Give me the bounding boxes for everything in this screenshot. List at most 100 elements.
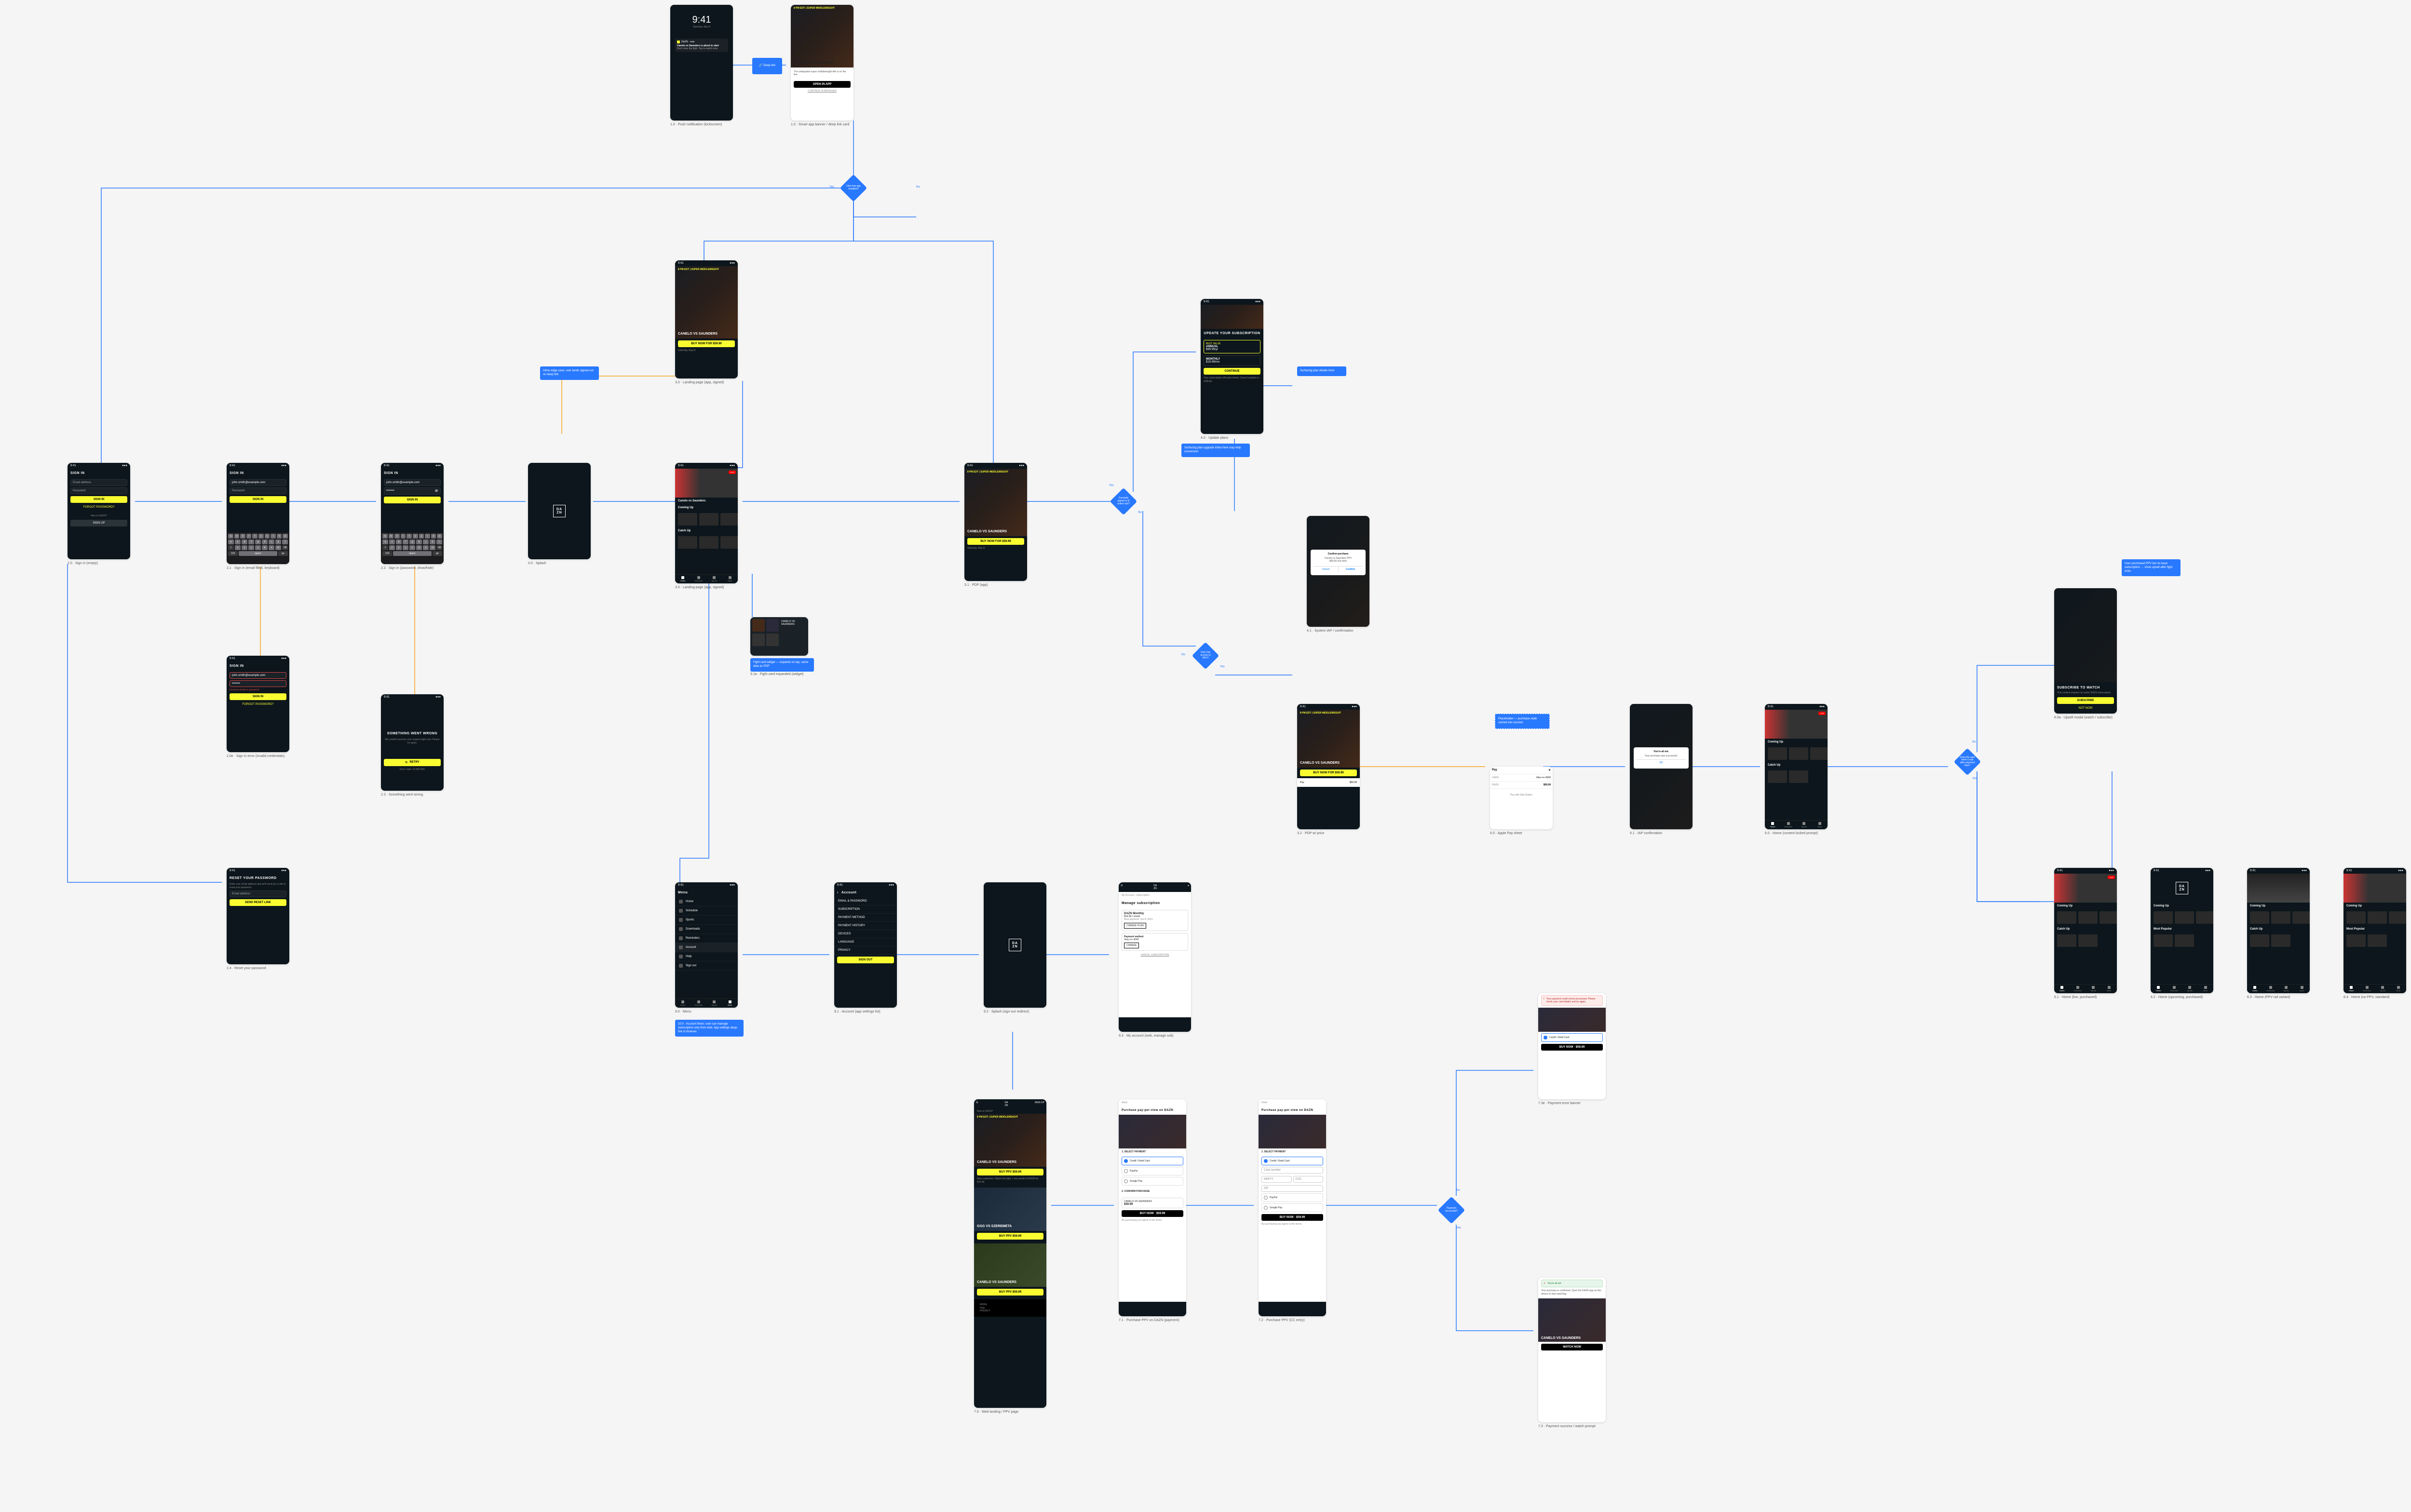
note-inline: Inline edge-case: user lands signed-out … [540,366,599,380]
screen-web-lp: ☰DA ZNSIGN UP New to DAZN? 8 PM EDT | SU… [974,1099,1046,1408]
screen-pdp-price: 9:41●●● 8 PM EDT | SUPER MIDDLEWEIGHTCAN… [1297,704,1360,829]
screen-home-3: 9:41●●● Coming Up Catch Up HomeScheduleS… [2247,868,2310,993]
user-icon[interactable]: ● [1188,884,1189,890]
screen-home-1: 9:41●●● LIVE Coming Up Catch Up HomeSche… [2054,868,2117,993]
eye-icon[interactable]: 👁 [434,489,438,493]
hero: 8 PM EDT | SUPER MIDDLEWEIGHT CANELO VS … [791,5,853,68]
screen-menu: 9:41●●● Menu Home Schedule Sports Downlo… [675,882,738,1008]
back-link[interactable]: ‹ Back [1119,1099,1186,1106]
decision-ppv-access: User has access to PPV? [1192,642,1219,670]
confirm-button[interactable]: Confirm [1339,566,1363,572]
buy-now-button[interactable]: BUY NOW FOR $59.99 [678,340,735,347]
app-icon [677,40,680,43]
screen-signin-empty: 9:41●●● SIGN IN Email address Password S… [68,463,130,559]
error-banner: !Your payment could not be processed. Pl… [1541,995,1603,1006]
tab-more[interactable]: More [722,575,738,583]
signup-link[interactable]: SIGN UP [1034,1101,1044,1107]
tab-home[interactable]: Home [675,575,691,583]
ok-button[interactable]: OK [1637,759,1686,766]
email-input[interactable]: Email address [70,479,127,486]
menu-icon [729,576,731,579]
signin-button[interactable]: SIGN IN [384,497,441,503]
open-in-app-button[interactable]: OPEN IN APP [794,81,851,88]
forgot-password-link[interactable]: FORGOT PASSWORD? [68,505,130,510]
bell-icon [679,936,683,940]
cc-exp-input[interactable]: MM/YY [1261,1176,1292,1183]
screen-smartbanner: 8 PM EDT | SUPER MIDDLEWEIGHT CANELO VS … [791,5,853,121]
close-icon[interactable]: ✕ [1548,769,1551,772]
cc-number-input[interactable]: Card number [1261,1167,1323,1174]
subscribe-button[interactable]: SUBSCRIBE [2057,697,2114,704]
decision-app-installed: User has app installed? [840,175,867,202]
change-pm-button[interactable]: CHANGE [1124,943,1139,948]
rail-card[interactable] [678,513,697,526]
keyboard[interactable]: qwertyuiop asdfghjkl ⇧zxcvbnm⌫ 123spaceg… [381,532,444,564]
password-input[interactable]: Password [230,487,286,494]
cc-zip-input[interactable]: ZIP [1261,1185,1323,1192]
widget-fightcard[interactable]: CANELO VS SAUNDERS [750,617,808,656]
screen-home-locked: 9:41●●● LIVE Coming Up Catch Up HomeSche… [1765,704,1828,829]
screen-iap-confirm: You're all set. Your purchase was succes… [1630,704,1693,829]
current-plan: DAZN Monthly $19.99 / month Next payment… [1122,910,1188,931]
signin-button[interactable]: SIGN IN [230,496,286,503]
home-icon [681,576,684,579]
screen-pdp: 9:41●●● 8 PM EDT | SUPER MIDDLEWEIGHTCAN… [964,463,1027,581]
change-plan-button[interactable]: CHANGE PLAN [1124,923,1146,929]
continue-browser-link[interactable]: CONTINUE IN BROWSER [791,90,853,93]
signin-button[interactable]: SIGN IN [230,693,286,700]
signup-button[interactable]: SIGN UP [70,520,127,526]
download-icon [679,927,683,931]
screen-upsell: SUBSCRIBE TO WATCH This content requires… [2054,588,2117,714]
password-input[interactable]: Password [70,487,127,494]
cancel-sub-link[interactable]: CANCEL SUBSCRIPTION [1119,954,1191,957]
plan-annual[interactable]: BEST VALUE ANNUAL $99.99/yr [1204,340,1260,353]
screen-signin-error: 9:41●●● SIGN IN john.smith@example.com •… [227,656,289,752]
signout-button[interactable]: SIGN OUT [837,957,894,963]
screen-web-pay-error: !Your payment could not be processed. Pl… [1538,993,1606,1099]
menu-item[interactable]: Home [675,897,738,906]
decision-has-sub: Does the user have a sub after payment f… [1954,748,1981,776]
screen-web-account: ☰DA ZN● My Account › Subscription Manage… [1119,882,1191,1032]
error-text: Incorrect email or password [227,688,289,691]
hamburger-icon[interactable]: ☰ [1121,884,1123,890]
pay-gpay[interactable]: Google Pay [1122,1177,1183,1186]
signin-button[interactable]: SIGN IN [70,496,127,503]
home-hero[interactable]: LIVE [675,469,738,498]
send-reset-button[interactable]: SEND RESET LINK [230,899,286,906]
continue-button[interactable]: CONTINUE [1204,368,1260,375]
home-icon [679,900,683,904]
system-alert: Confirm purchase Canelo vs Saunders PPV … [1311,550,1366,575]
password-input[interactable]: ••••••••👁 [384,487,441,495]
screen-sys-modal: Confirm purchase Canelo vs Saunders PPV … [1307,516,1369,627]
back-icon[interactable]: ‹ [837,891,839,894]
screen-splash-2: DA ZN [984,882,1046,1008]
screen-plans: 9:41●●● UPDATE YOUR SUBSCRIPTION BEST VA… [1201,299,1263,434]
push-notification[interactable]: DAZN · now Canelo vs Saunders is about t… [675,39,728,52]
calendar-icon [697,576,700,579]
retry-button[interactable]: ↻RETRY [384,759,441,766]
buy-button[interactable]: BUY NOW FOR $59.99 [1300,770,1357,776]
screen-account: 9:41●●● ‹Account EMAIL & PASSWORD SUBSCR… [834,882,897,1008]
tab-sports[interactable]: Sports [706,575,722,583]
buy-ppv-button[interactable]: BUY PPV $59.99 [977,1169,1043,1175]
buy-button[interactable]: BUY NOW · $59.99 [1122,1210,1183,1217]
brand-logo: DA ZN [553,505,566,517]
calendar-icon [679,909,683,913]
buy-now-button[interactable]: BUY NOW FOR $59.99 [967,538,1024,545]
cc-cvc-input[interactable]: CVC [1293,1176,1324,1183]
email-input[interactable]: john.smith@example.com [230,479,286,486]
deeplink-pill: 🔗 Deep link [752,58,782,74]
pay-card[interactable]: Credit / Debit Card [1122,1157,1183,1165]
watch-now-button[interactable]: WATCH NOW [1541,1344,1603,1350]
hamburger-icon[interactable]: ☰ [976,1101,978,1107]
cancel-button[interactable]: Cancel [1314,566,1339,572]
tab-schedule[interactable]: Schedule [691,575,707,583]
decision-payment-ok: Payment successful? [1438,1197,1465,1224]
screen-home-signed: 9:41●●● LIVE Canelo vs Saunders Coming U… [675,463,738,583]
pay-paypal[interactable]: PayPal [1122,1167,1183,1175]
plan-monthly[interactable]: MONTHLY $19.99/mo [1204,355,1260,366]
keyboard[interactable]: qwertyuiop asdfghjkl ⇧zxcvbnm⌫ 123spaceg… [227,532,289,564]
email-input[interactable]: Email address [230,891,286,897]
caption: 1.0 · Push notification (lockscreen) [670,123,722,126]
not-now-link[interactable]: NOT NOW [2057,706,2114,711]
